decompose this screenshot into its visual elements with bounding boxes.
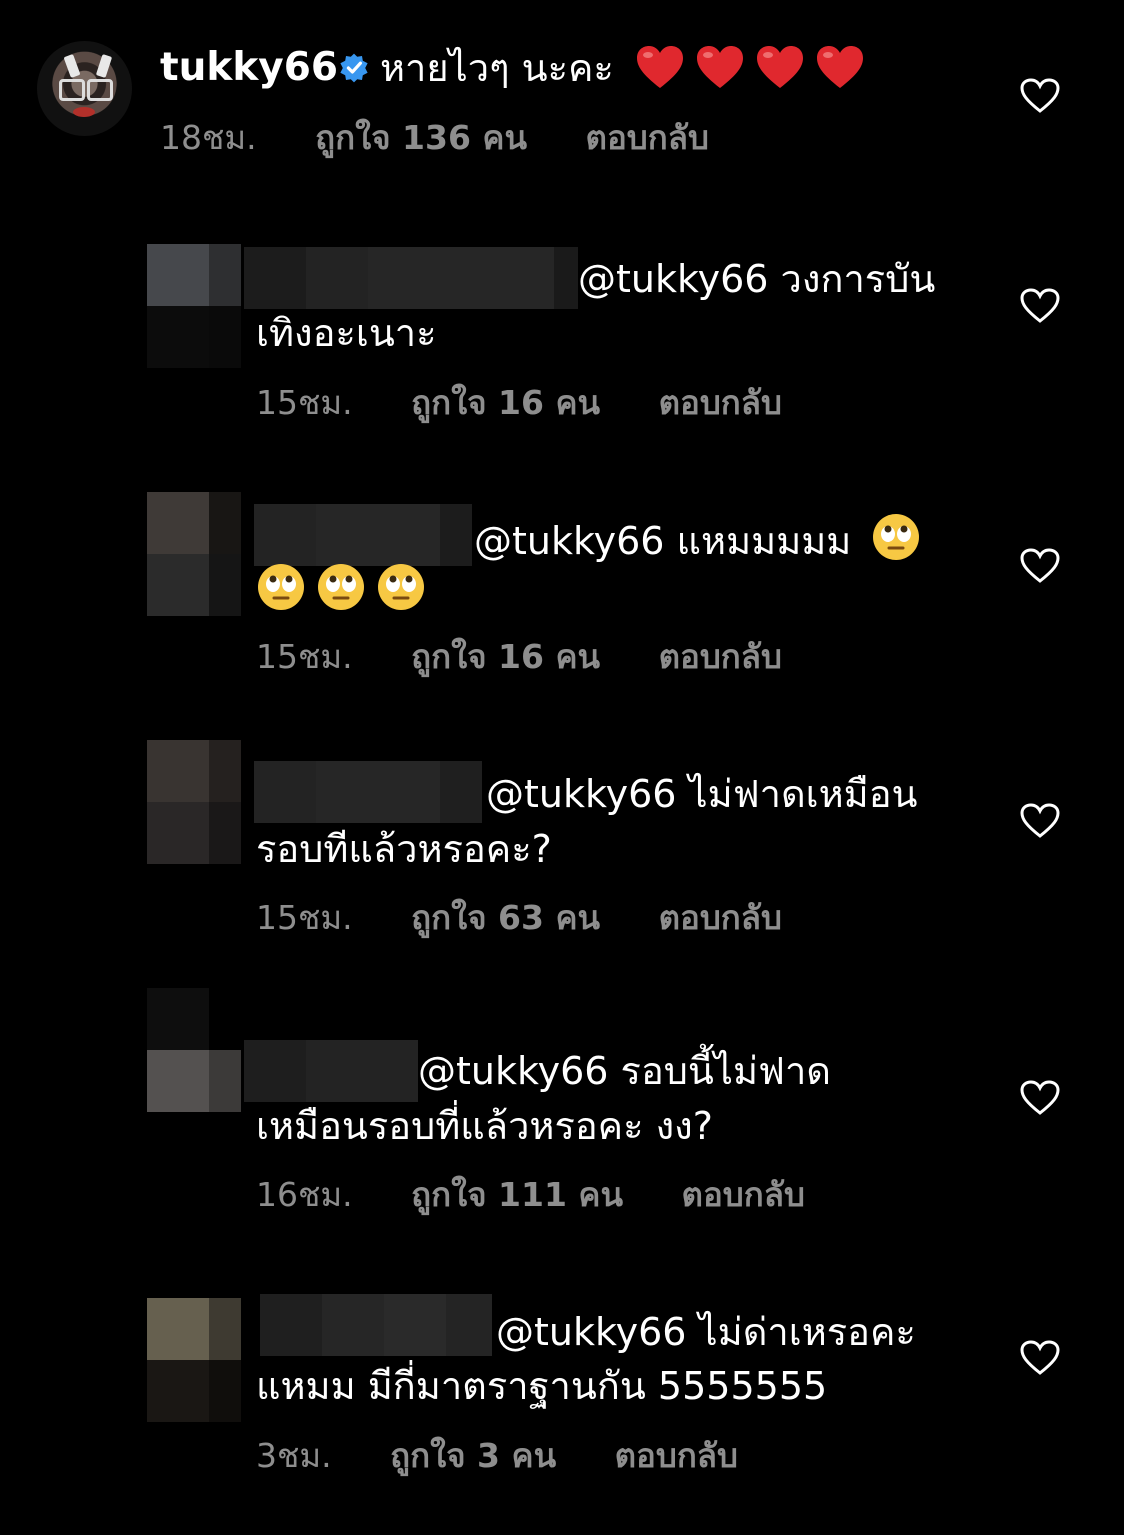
- comment-time: 3ชม.: [256, 1436, 332, 1475]
- avatar[interactable]: [147, 244, 241, 368]
- red-heart-emoji: [697, 46, 743, 88]
- red-heart-emoji: [817, 46, 863, 88]
- face-with-rolling-eyes-emoji: [318, 564, 364, 610]
- like-count[interactable]: ถูกใจ 136 คน: [315, 118, 527, 157]
- like-count[interactable]: ถูกใจ 63 คน: [411, 898, 600, 937]
- heart-emojis: [634, 42, 874, 94]
- like-count[interactable]: ถูกใจ 111 คน: [411, 1175, 623, 1214]
- reply-button[interactable]: ตอบกลับ: [615, 1436, 738, 1475]
- red-heart-emoji: [757, 46, 803, 88]
- comment-text-line2: [256, 562, 426, 619]
- username[interactable]: tukky66: [160, 42, 338, 94]
- avatar[interactable]: [37, 41, 132, 136]
- reply-button[interactable]: ตอบกลับ: [659, 637, 782, 676]
- redacted-username[interactable]: [254, 504, 472, 566]
- reply-button[interactable]: ตอบกลับ: [659, 898, 782, 937]
- comment-text-line1: @tukky66 ไม่ด่าเหรอคะ: [496, 1310, 916, 1354]
- comment-text: @tukky66 แหมมมมม: [474, 519, 852, 563]
- comment-time: 15ชม.: [256, 637, 353, 676]
- avatar[interactable]: [147, 988, 241, 1112]
- comment-text-line1: @tukky66 แหมมมมม: [474, 512, 921, 569]
- comment-meta: 16ชม. ถูกใจ 111 คน ตอบกลับ: [256, 1173, 805, 1217]
- comment-text-line1: @tukky66 วงการบัน: [578, 257, 936, 301]
- comment-meta: 15ชม. ถูกใจ 16 คน ตอบกลับ: [256, 635, 782, 679]
- comment-text-line2: เทิงอะเนาะ: [256, 311, 437, 355]
- heart-outline-icon[interactable]: [1020, 1340, 1060, 1376]
- comment-time: 15ชม.: [256, 383, 353, 422]
- heart-outline-icon[interactable]: [1020, 1080, 1060, 1116]
- reply-button[interactable]: ตอบกลับ: [682, 1175, 805, 1214]
- heart-outline-icon[interactable]: [1020, 548, 1060, 584]
- like-count[interactable]: ถูกใจ 16 คน: [411, 383, 600, 422]
- face-with-rolling-eyes-emoji: [258, 564, 304, 610]
- verified-badge-icon: [340, 53, 368, 83]
- avatar[interactable]: [147, 1298, 241, 1422]
- comment-text-line1: @tukky66 รอบนี้ไม่ฟาด: [418, 1049, 831, 1093]
- heart-outline-icon[interactable]: [1020, 288, 1060, 324]
- comment-text-line2: รอบทีแล้วหรอคะ?: [256, 827, 552, 871]
- comment-time: 15ชม.: [256, 898, 353, 937]
- heart-outline-icon[interactable]: [1020, 803, 1060, 839]
- reply-button[interactable]: ตอบกลับ: [586, 118, 709, 157]
- redacted-username[interactable]: [260, 1294, 492, 1356]
- redacted-username[interactable]: [244, 247, 578, 309]
- face-with-rolling-eyes-emoji: [873, 514, 920, 560]
- comment-meta: 15ชม. ถูกใจ 16 คน ตอบกลับ: [256, 381, 782, 425]
- redacted-username[interactable]: [244, 1040, 418, 1102]
- heart-outline-icon[interactable]: [1020, 78, 1060, 114]
- comment-time: 18ชม.: [160, 118, 257, 157]
- red-heart-emoji: [637, 46, 683, 88]
- face-with-rolling-eyes-emoji: [378, 564, 424, 610]
- avatar[interactable]: [147, 740, 241, 864]
- comment-text-line2: แหมม มีกี่มาตราฐานกัน 5555555: [256, 1364, 828, 1408]
- comment-time: 16ชม.: [256, 1175, 353, 1214]
- comment-meta: 15ชม. ถูกใจ 63 คน ตอบกลับ: [256, 896, 782, 940]
- comment-text: หายไวๆ นะคะ: [380, 46, 614, 90]
- comment-text-line1: @tukky66 ไม่ฟาดเหมือน: [486, 772, 918, 816]
- like-count[interactable]: ถูกใจ 16 คน: [411, 637, 600, 676]
- reply-button[interactable]: ตอบกลับ: [659, 383, 782, 422]
- avatar[interactable]: [147, 492, 241, 616]
- like-count[interactable]: ถูกใจ 3 คน: [390, 1436, 556, 1475]
- redacted-username[interactable]: [254, 761, 482, 823]
- comment-text-line2: เหมือนรอบที่แล้วหรอคะ งง?: [256, 1104, 713, 1148]
- comment-meta: 3ชม. ถูกใจ 3 คน ตอบกลับ: [256, 1434, 738, 1478]
- comment-meta: 18ชม. ถูกใจ 136 คน ตอบกลับ: [160, 116, 709, 160]
